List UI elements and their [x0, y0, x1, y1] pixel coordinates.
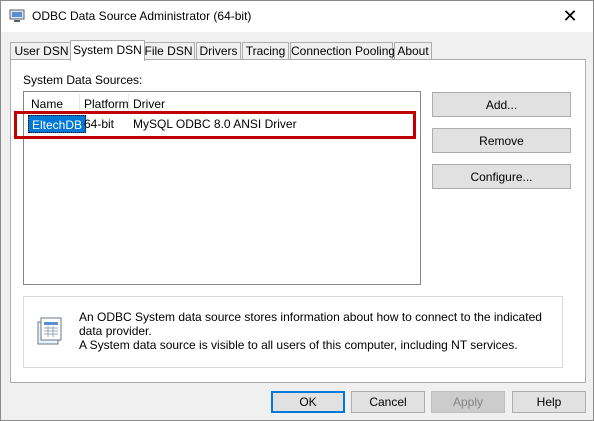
info-line-1: An ODBC System data source stores inform… [79, 310, 542, 338]
close-button[interactable]: ✕ [547, 1, 593, 32]
tab-about[interactable]: About [394, 42, 432, 60]
configure-button[interactable]: Configure... [432, 164, 571, 189]
column-header-name[interactable]: Name [31, 97, 63, 111]
odbc-app-icon [9, 9, 25, 22]
row-platform-cell: 64-bit [84, 117, 115, 131]
window-title: ODBC Data Source Administrator (64-bit) [32, 9, 252, 23]
tab-drivers[interactable]: Drivers [196, 42, 241, 60]
close-icon: ✕ [562, 6, 578, 26]
tab-system-dsn[interactable]: System DSN [70, 40, 145, 61]
row-name-cell[interactable]: EltechDB [28, 115, 87, 133]
tab-file-dsn[interactable]: File DSN [142, 42, 195, 60]
tab-tracing[interactable]: Tracing [242, 42, 289, 60]
column-header-driver[interactable]: Driver [133, 97, 165, 111]
apply-button[interactable]: Apply [431, 391, 505, 413]
column-header-platform[interactable]: Platform [84, 97, 129, 111]
info-description: An ODBC System data source stores inform… [79, 310, 559, 352]
row-driver-cell: MySQL ODBC 8.0 ANSI Driver [133, 117, 297, 131]
tab-connection-pooling[interactable]: Connection Pooling [290, 42, 395, 60]
odbc-admin-window: ODBC Data Source Administrator (64-bit) … [0, 0, 594, 421]
data-source-info-icon [37, 317, 62, 345]
info-line-2: A System data source is visible to all u… [79, 338, 518, 352]
data-sources-list[interactable]: Name Platform Driver EltechDB 64-bit MyS… [23, 91, 421, 285]
cancel-button[interactable]: Cancel [351, 391, 425, 413]
help-button[interactable]: Help [512, 391, 586, 413]
title-bar: ODBC Data Source Administrator (64-bit) … [1, 1, 593, 32]
list-header: Name Platform Driver [24, 92, 420, 113]
table-row[interactable]: EltechDB 64-bit MySQL ODBC 8.0 ANSI Driv… [24, 115, 420, 133]
remove-button[interactable]: Remove [432, 128, 571, 153]
system-dsn-panel: System Data Sources: Name Platform Drive… [10, 59, 586, 383]
info-box: An ODBC System data source stores inform… [23, 296, 563, 368]
ok-button[interactable]: OK [271, 391, 345, 413]
tab-user-dsn[interactable]: User DSN [10, 42, 73, 60]
add-button[interactable]: Add... [432, 92, 571, 117]
system-data-sources-label: System Data Sources: [23, 73, 143, 87]
